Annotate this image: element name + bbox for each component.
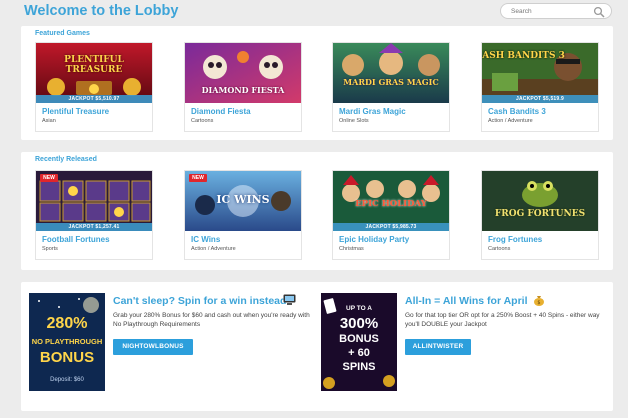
- promo-image-all-in[interactable]: UP TO A 300% BONUS + 60 SPINS: [321, 293, 397, 391]
- section-title: Recently Released: [35, 156, 97, 163]
- game-thumbnail[interactable]: MARDI GRAS MAGIC: [333, 43, 449, 103]
- promo-image-line: UP TO A: [346, 305, 372, 312]
- game-category: Asian: [42, 118, 56, 124]
- lobby-header: Welcome to the Lobby: [0, 0, 628, 26]
- money-bag-icon: $: [534, 296, 544, 306]
- promo-image-line: SPINS: [342, 361, 376, 373]
- game-thumbnail[interactable]: DIAMOND FIESTA: [185, 43, 301, 103]
- thumbnail-title: CASH BANDITS 3: [482, 51, 565, 61]
- game-category: Sports: [42, 246, 58, 252]
- game-category: Christmas: [339, 246, 364, 252]
- jackpot-banner: JACKPOT $5,985.73: [333, 223, 449, 231]
- game-card-football-fortunes[interactable]: NEW JACKPOT $1,257.41 Football Fortunes …: [35, 170, 153, 260]
- game-category: Action / Adventure: [488, 118, 533, 124]
- recently-released-section: Recently Released NEW JACKPOT $1,257.41 …: [21, 152, 613, 270]
- promo-image-line: BONUS: [39, 349, 95, 366]
- game-card-cash-bandits-3[interactable]: CASH BANDITS 3 JACKPOT $5,519.9 Cash Ban…: [481, 42, 599, 132]
- search-icon[interactable]: [593, 6, 605, 18]
- thumbnail-title: IC WINS: [216, 193, 270, 206]
- promo-image-footer: Deposit: $60: [50, 377, 84, 383]
- game-card-plentiful-treasure[interactable]: PLENTIFUL TREASURE JACKPOT $5,510.97 Ple…: [35, 42, 153, 132]
- promo-image-night-owl[interactable]: 280% NO PLAYTHROUGH BONUS Deposit: $60: [29, 293, 105, 391]
- thumbnail-title: PLENTIFUL TREASURE: [64, 55, 124, 75]
- allintwister-button[interactable]: ALLINTWISTER: [405, 339, 471, 355]
- game-name[interactable]: Frog Fortunes: [488, 235, 542, 244]
- game-name[interactable]: IC Wins: [191, 235, 220, 244]
- game-thumbnail[interactable]: NEW IC WINS: [185, 171, 301, 231]
- game-card-ic-wins[interactable]: NEW IC WINS IC Wins Action / Adventure: [184, 170, 302, 260]
- game-thumbnail[interactable]: EPIC HOLIDAY JACKPOT $5,985.73: [333, 171, 449, 231]
- game-name[interactable]: Mardi Gras Magic: [339, 107, 406, 116]
- game-name[interactable]: Epic Holiday Party: [339, 235, 409, 244]
- jackpot-banner: JACKPOT $1,257.41: [36, 223, 152, 231]
- svg-text:$: $: [537, 300, 540, 306]
- jackpot-banner: JACKPOT $5,510.97: [36, 95, 152, 103]
- new-badge: NEW: [189, 174, 207, 182]
- promotions-section: 280% NO PLAYTHROUGH BONUS Deposit: $60 C…: [21, 282, 613, 411]
- game-name[interactable]: Football Fortunes: [42, 235, 110, 244]
- featured-games-section: Featured Games PLENTIFUL TREASURE JACKPO…: [21, 26, 613, 140]
- jackpot-banner: JACKPOT $5,519.9: [482, 95, 598, 103]
- game-card-mardi-gras-magic[interactable]: MARDI GRAS MAGIC Mardi Gras Magic Online…: [332, 42, 450, 132]
- thumbnail-title: FROG FORTUNES: [494, 209, 586, 219]
- promo-image-line: 280%: [46, 315, 88, 332]
- promo-image-line: + 60: [348, 347, 370, 359]
- promo-image-line: 300%: [339, 315, 379, 332]
- game-thumbnail[interactable]: PLENTIFUL TREASURE JACKPOT $5,510.97: [36, 43, 152, 103]
- search-box[interactable]: [500, 3, 612, 19]
- game-category: Online Slots: [339, 118, 369, 124]
- promo-image-line: NO PLAYTHROUGH: [31, 337, 103, 346]
- game-thumbnail[interactable]: CASH BANDITS 3 JACKPOT $5,519.9: [482, 43, 598, 103]
- game-name[interactable]: Cash Bandits 3: [488, 107, 546, 116]
- thumbnail-title: MARDI GRAS MAGIC: [343, 77, 439, 87]
- section-title: Featured Games: [35, 30, 90, 37]
- thumbnail-title: EPIC HOLIDAY: [355, 199, 427, 209]
- thumbnail-title: DIAMOND FIESTA: [201, 85, 285, 95]
- game-name[interactable]: Plentiful Treasure: [42, 107, 109, 116]
- game-name[interactable]: Diamond Fiesta: [191, 107, 251, 116]
- game-card-epic-holiday-party[interactable]: EPIC HOLIDAY JACKPOT $5,985.73 Epic Holi…: [332, 170, 450, 260]
- game-card-diamond-fiesta[interactable]: DIAMOND FIESTA Diamond Fiesta Cartoons: [184, 42, 302, 132]
- promo-description: Grab your 280% Bonus for $60 and cash ou…: [113, 312, 310, 328]
- search-input[interactable]: [511, 6, 591, 17]
- game-thumbnail[interactable]: FROG FORTUNES: [482, 171, 598, 231]
- promo-image-line: BONUS: [339, 333, 379, 345]
- page-title: Welcome to the Lobby: [24, 3, 179, 19]
- game-card-frog-fortunes[interactable]: FROG FORTUNES Frog Fortunes Cartoons: [481, 170, 599, 260]
- game-thumbnail[interactable]: NEW JACKPOT $1,257.41: [36, 171, 152, 231]
- game-category: Cartoons: [191, 118, 214, 124]
- computer-icon: [283, 294, 296, 305]
- new-badge: NEW: [40, 174, 58, 182]
- promo-title: Can't sleep? Spin for a win instead: [113, 295, 287, 307]
- promo-description: Go for that top tier OR opt for a 250% B…: [405, 312, 600, 328]
- game-category: Action / Adventure: [191, 246, 236, 252]
- nightowlbonus-button[interactable]: NIGHTOWLBONUS: [113, 339, 193, 355]
- game-category: Cartoons: [488, 246, 511, 252]
- promo-title: All-In = All Wins for April: [405, 295, 528, 307]
